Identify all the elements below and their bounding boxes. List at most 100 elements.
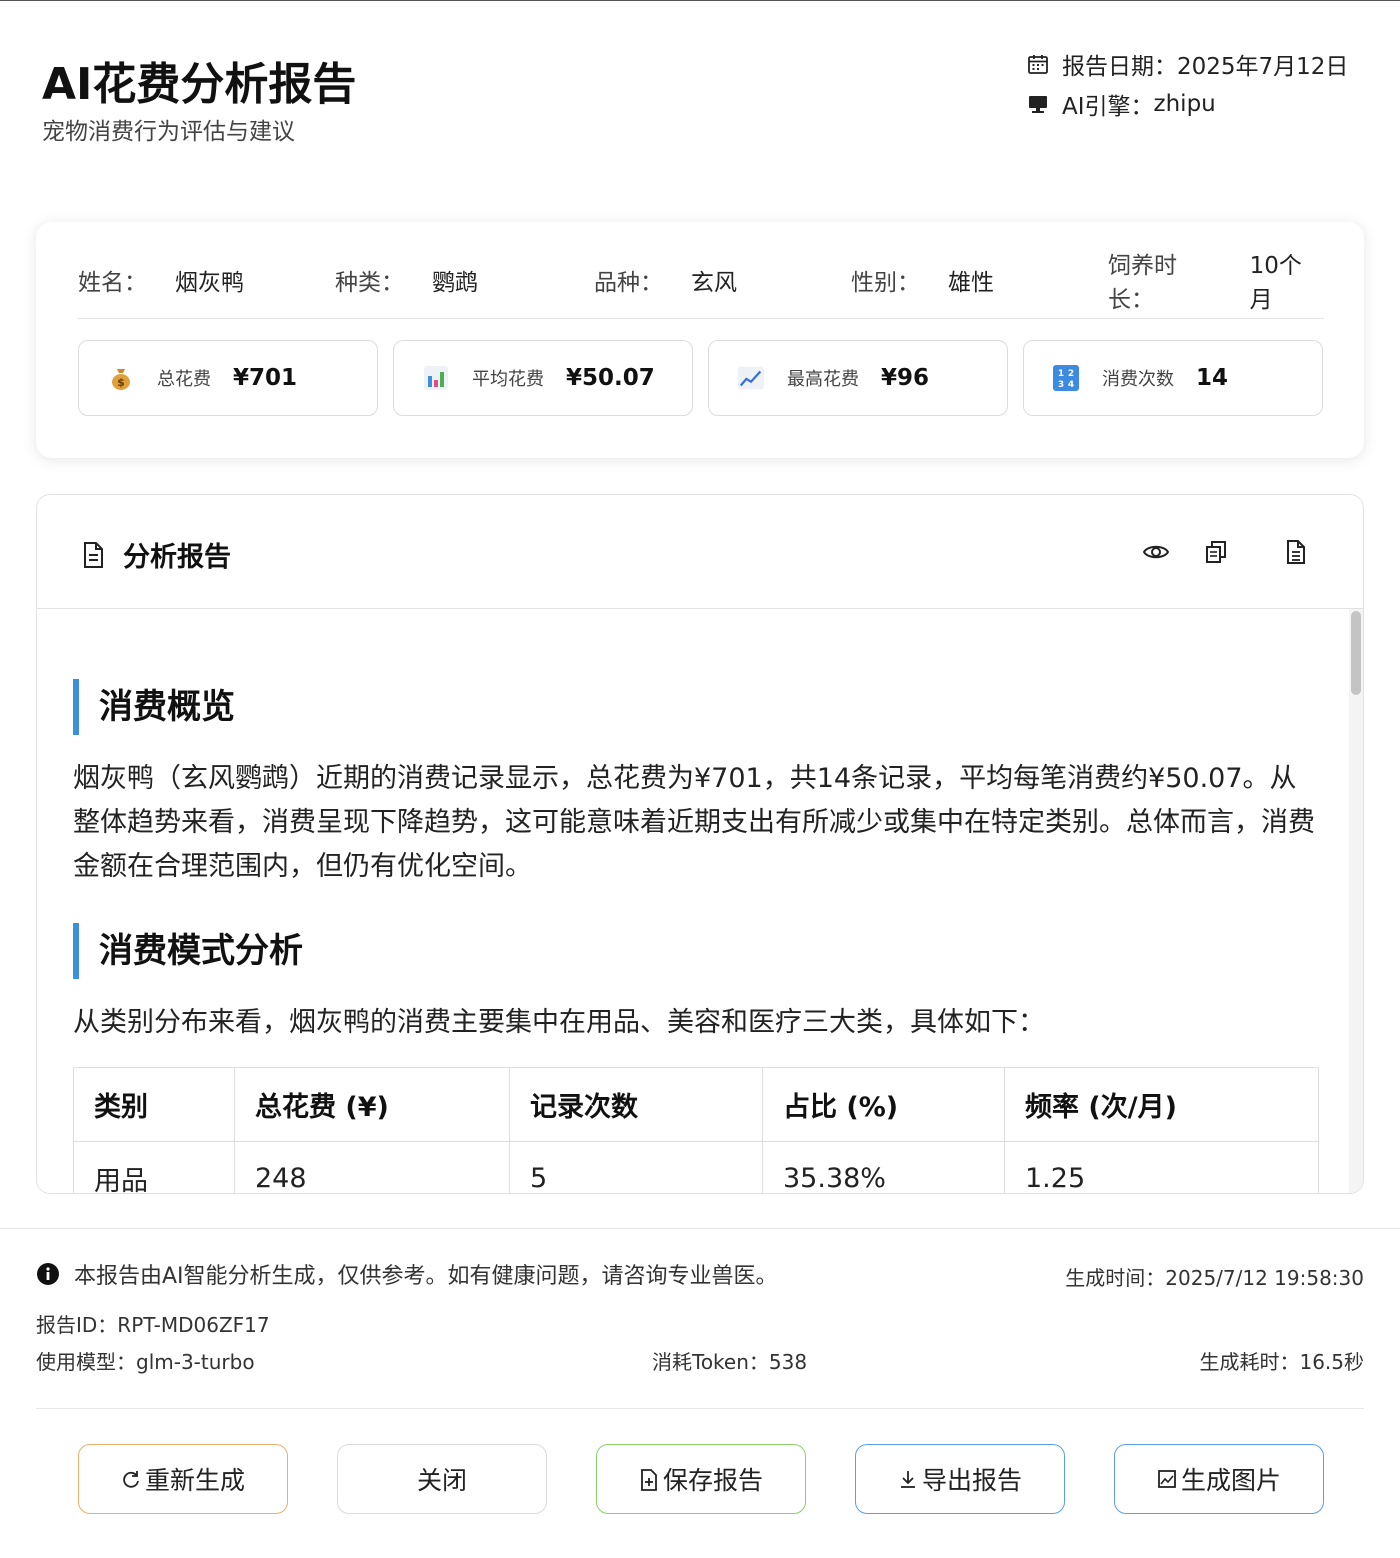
disclaimer-text: 本报告由AI智能分析生成，仅供参考。如有健康问题，请咨询专业兽医。 xyxy=(74,1264,778,1289)
page-subtitle: 宠物消费行为评估与建议 xyxy=(42,119,295,145)
model-used: 使用模型：glm-3-turbo xyxy=(36,1350,255,1374)
copy-button[interactable] xyxy=(1201,537,1231,567)
save-report-label: 保存报告 xyxy=(662,1466,763,1495)
table-cell: 248 xyxy=(234,1141,510,1193)
pet-name-label: 姓名： xyxy=(78,270,147,296)
svg-text:1: 1 xyxy=(1058,369,1064,379)
ai-engine-value: zhipu xyxy=(1153,91,1216,117)
pet-type-label: 种类： xyxy=(335,270,404,296)
pet-name: 姓名： 烟灰鸭 xyxy=(78,260,244,300)
export-report-button[interactable]: 导出报告 xyxy=(855,1444,1065,1514)
generate-image-label: 生成图片 xyxy=(1180,1466,1281,1495)
pattern-paragraph: 从类别分布来看，烟灰鸭的消费主要集中在用品、美容和医疗三大类，具体如下： xyxy=(73,1007,1045,1038)
download-icon xyxy=(898,1469,918,1489)
section-heading-overview: 消费概览 xyxy=(73,679,1323,735)
generation-duration: 生成耗时：16.5秒 xyxy=(1199,1350,1364,1374)
table-cell: 35.38% xyxy=(762,1141,1005,1193)
pet-gender: 性别： 雄性 xyxy=(851,260,994,300)
table-header-cell: 占比 (%) xyxy=(762,1067,1005,1142)
ai-engine: AI引擎： zhipu xyxy=(1026,84,1356,124)
close-label: 关闭 xyxy=(416,1466,467,1495)
action-bar: 重新生成 关闭 保存报告 导出报告 生成图片 xyxy=(78,1444,1324,1514)
regenerate-label: 重新生成 xyxy=(144,1466,245,1495)
eye-icon xyxy=(1143,545,1169,559)
window-top-border xyxy=(0,0,1400,1)
monitor-icon xyxy=(1026,92,1050,116)
overview-paragraph: 烟灰鸭（玄风鹦鹉）近期的消费记录显示，总花费为¥701，共14条记录，平均每笔消… xyxy=(73,763,1315,882)
numbers-icon: 1234 xyxy=(1052,364,1080,392)
report-date-label: 报告日期： xyxy=(1062,54,1177,80)
info-icon xyxy=(36,1262,60,1286)
pet-duration-value: 10个月 xyxy=(1249,253,1302,313)
copy-icon xyxy=(1206,541,1226,563)
report-title: 分析报告 xyxy=(81,535,231,574)
close-button[interactable]: 关闭 xyxy=(337,1444,547,1514)
calendar-icon xyxy=(1026,52,1050,76)
report-id: 报告ID：RPT-MD06ZF17 xyxy=(36,1313,270,1337)
pet-info-card: 姓名： 烟灰鸭 种类： 鹦鹉 品种： 玄风 性别： 雄性 饲养时长： 10个月 … xyxy=(36,222,1364,458)
table-header-cell: 频率 (次/月) xyxy=(1004,1067,1319,1142)
footer-divider xyxy=(0,1228,1400,1229)
stat-value: ¥96 xyxy=(881,365,930,391)
pet-breed: 品种： 玄风 xyxy=(594,260,737,300)
stat-max-cost: 最高花费 ¥96 xyxy=(708,340,1008,416)
stat-total-cost: $ 总花费 ¥701 xyxy=(78,340,378,416)
stat-label: 最高花费 xyxy=(787,369,859,390)
scrollbar-track[interactable] xyxy=(1349,609,1363,1193)
stat-label: 消费次数 xyxy=(1102,369,1174,390)
table-cell: 5 xyxy=(509,1141,763,1193)
report-title-text: 分析报告 xyxy=(123,542,231,573)
svg-text:$: $ xyxy=(117,376,125,389)
stat-label: 总花费 xyxy=(157,369,211,390)
pet-breed-value: 玄风 xyxy=(691,270,737,296)
bar-chart-icon xyxy=(422,364,450,392)
table-header-cell: 类别 xyxy=(73,1067,235,1142)
info-divider xyxy=(78,318,1324,319)
report-header: AI花费分析报告 宠物消费行为评估与建议 报告日期： 2025年7月12日 AI… xyxy=(42,40,1362,160)
pet-type: 种类： 鹦鹉 xyxy=(335,260,478,300)
svg-text:4: 4 xyxy=(1068,380,1074,390)
report-panel-header: 分析报告 xyxy=(37,495,1363,609)
page-title: AI花费分析报告 xyxy=(42,59,357,110)
image-icon xyxy=(1157,1469,1177,1489)
pet-breed-label: 品种： xyxy=(594,270,663,296)
pet-type-value: 鹦鹉 xyxy=(432,270,478,296)
scrollbar-thumb[interactable] xyxy=(1351,611,1361,695)
money-bag-icon: $ xyxy=(107,364,135,392)
ai-engine-label: AI引擎： xyxy=(1062,94,1154,120)
disclaimer: 本报告由AI智能分析生成，仅供参考。如有健康问题，请咨询专业兽医。 xyxy=(36,1258,778,1290)
report-date-value: 2025年7月12日 xyxy=(1177,54,1349,80)
table-header-cell: 记录次数 xyxy=(509,1067,763,1142)
generated-time: 生成时间：2025/7/12 19:58:30 xyxy=(1065,1266,1364,1290)
stat-value: 14 xyxy=(1196,365,1229,391)
pet-gender-label: 性别： xyxy=(851,270,920,296)
pet-duration-label: 饲养时长： xyxy=(1108,253,1177,313)
file-add-icon xyxy=(639,1469,659,1491)
regenerate-button[interactable]: 重新生成 xyxy=(78,1444,288,1514)
table-cell: 用品 xyxy=(73,1141,235,1193)
view-document-button[interactable] xyxy=(1281,537,1311,567)
table-cell: 1.25 xyxy=(1004,1141,1319,1193)
stat-label: 平均花费 xyxy=(472,369,544,390)
report-content: 消费概览 烟灰鸭（玄风鹦鹉）近期的消费记录显示，总花费为¥701，共14条记录，… xyxy=(73,679,1323,1193)
actions-divider xyxy=(36,1408,1364,1409)
pet-info-row: 姓名： 烟灰鸭 种类： 鹦鹉 品种： 玄风 性别： 雄性 饲养时长： 10个月 xyxy=(78,253,1324,313)
trend-chart-icon xyxy=(737,364,765,392)
stat-value: ¥50.07 xyxy=(566,365,655,391)
category-table: 类别 总花费 (¥) 记录次数 占比 (%) 频率 (次/月) 用品 248 5… xyxy=(73,1067,1319,1193)
report-date: 报告日期： 2025年7月12日 xyxy=(1026,44,1356,84)
document-icon xyxy=(81,541,107,569)
analysis-report-panel: 分析报告 消费概览 烟灰鸭（玄风鹦鹉）近期的消费记录显示，总花费为¥701，共1… xyxy=(36,494,1364,1194)
save-report-button[interactable]: 保存报告 xyxy=(596,1444,806,1514)
table-header-row: 类别 总花费 (¥) 记录次数 占比 (%) 频率 (次/月) xyxy=(73,1067,1319,1142)
pet-duration: 饲养时长： 10个月 xyxy=(1108,253,1324,313)
pet-name-value: 烟灰鸭 xyxy=(175,270,244,296)
preview-button[interactable] xyxy=(1141,537,1171,567)
stat-value: ¥701 xyxy=(233,365,298,391)
stats-row: $ 总花费 ¥701 平均花费 ¥50.07 最高花费 ¥96 1234 消费次… xyxy=(78,340,1324,416)
report-content-scroll[interactable]: 消费概览 烟灰鸭（玄风鹦鹉）近期的消费记录显示，总花费为¥701，共14条记录，… xyxy=(37,609,1363,1193)
table-row: 用品 248 5 35.38% 1.25 xyxy=(73,1141,1319,1193)
stat-average-cost: 平均花费 ¥50.07 xyxy=(393,340,693,416)
generate-image-button[interactable]: 生成图片 xyxy=(1114,1444,1324,1514)
pet-gender-value: 雄性 xyxy=(948,270,994,296)
